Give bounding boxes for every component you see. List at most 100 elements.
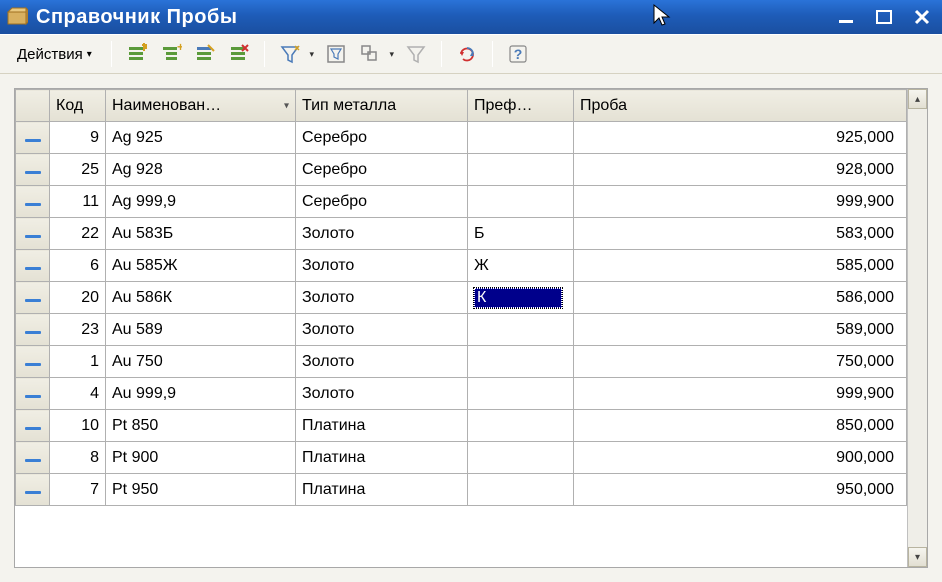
cell-prefix[interactable] bbox=[468, 122, 574, 154]
cell-name[interactable]: Au 750 bbox=[106, 346, 296, 378]
cell-metal[interactable]: Золото bbox=[296, 346, 468, 378]
filter-field-icon[interactable] bbox=[321, 39, 351, 69]
cell-metal[interactable]: Платина bbox=[296, 474, 468, 506]
vertical-scrollbar[interactable]: ▴ ▾ bbox=[907, 89, 927, 567]
cell-metal[interactable]: Золото bbox=[296, 218, 468, 250]
table-row[interactable]: 23Au 589Золото 589,000 bbox=[16, 314, 907, 346]
cell-name[interactable]: Ag 928 bbox=[106, 154, 296, 186]
table-row[interactable]: 25Ag 928Серебро 928,000 bbox=[16, 154, 907, 186]
cell-proba[interactable]: 950,000 bbox=[574, 474, 907, 506]
cell-metal[interactable]: Серебро bbox=[296, 186, 468, 218]
cell-code[interactable]: 7 bbox=[50, 474, 106, 506]
cell-prefix[interactable]: Ж bbox=[468, 250, 574, 282]
cell-metal[interactable]: Серебро bbox=[296, 122, 468, 154]
cell-name[interactable]: Au 583Б bbox=[106, 218, 296, 250]
filter-icon[interactable] bbox=[275, 39, 305, 69]
col-marker-header[interactable] bbox=[16, 90, 50, 122]
scroll-down-icon[interactable]: ▾ bbox=[908, 547, 927, 567]
add-icon[interactable] bbox=[122, 39, 152, 69]
cell-name[interactable]: Ag 999,9 bbox=[106, 186, 296, 218]
cell-proba[interactable]: 850,000 bbox=[574, 410, 907, 442]
cell-name[interactable]: Au 999,9 bbox=[106, 378, 296, 410]
cell-code[interactable]: 6 bbox=[50, 250, 106, 282]
cell-proba[interactable]: 925,000 bbox=[574, 122, 907, 154]
cell-prefix[interactable] bbox=[468, 186, 574, 218]
col-name-header[interactable]: Наименован…▾ bbox=[106, 90, 296, 122]
hierarchy-icon[interactable] bbox=[355, 39, 385, 69]
cell-code[interactable]: 9 bbox=[50, 122, 106, 154]
add-group-icon[interactable]: + bbox=[156, 39, 186, 69]
cell-prefix[interactable] bbox=[468, 154, 574, 186]
table-row[interactable]: 6Au 585ЖЗолотоЖ585,000 bbox=[16, 250, 907, 282]
cell-prefix[interactable] bbox=[468, 346, 574, 378]
cell-metal[interactable]: Золото bbox=[296, 282, 468, 314]
actions-menu[interactable]: Действия ▾ bbox=[8, 41, 101, 68]
table-row[interactable]: 11Ag 999,9Серебро 999,900 bbox=[16, 186, 907, 218]
table-row[interactable]: 7Pt 950Платина 950,000 bbox=[16, 474, 907, 506]
cell-proba[interactable]: 999,900 bbox=[574, 186, 907, 218]
refresh-icon[interactable] bbox=[452, 39, 482, 69]
col-metal-header[interactable]: Тип металла bbox=[296, 90, 468, 122]
cell-prefix[interactable] bbox=[468, 314, 574, 346]
table-row[interactable]: 22Au 583БЗолотоБ583,000 bbox=[16, 218, 907, 250]
data-grid[interactable]: Код Наименован…▾ Тип металла Преф… Проба… bbox=[14, 88, 928, 568]
cell-proba[interactable]: 999,900 bbox=[574, 378, 907, 410]
cell-code[interactable]: 25 bbox=[50, 154, 106, 186]
col-prefix-header[interactable]: Преф… bbox=[468, 90, 574, 122]
cell-code[interactable]: 22 bbox=[50, 218, 106, 250]
col-code-header[interactable]: Код bbox=[50, 90, 106, 122]
cell-name[interactable]: Au 585Ж bbox=[106, 250, 296, 282]
cell-proba[interactable]: 589,000 bbox=[574, 314, 907, 346]
cell-code[interactable]: 8 bbox=[50, 442, 106, 474]
cell-code[interactable]: 1 bbox=[50, 346, 106, 378]
chevron-down-icon[interactable]: ▾ bbox=[387, 49, 397, 60]
cell-prefix[interactable] bbox=[468, 474, 574, 506]
cell-proba[interactable]: 585,000 bbox=[574, 250, 907, 282]
maximize-button[interactable] bbox=[870, 6, 898, 28]
cell-proba[interactable]: 750,000 bbox=[574, 346, 907, 378]
table-row[interactable]: 20Au 586КЗолото К 586,000 bbox=[16, 282, 907, 314]
cell-prefix[interactable] bbox=[468, 410, 574, 442]
selected-cell[interactable]: К bbox=[474, 288, 562, 308]
cell-code[interactable]: 10 bbox=[50, 410, 106, 442]
cell-prefix[interactable]: К bbox=[468, 282, 574, 314]
cell-code[interactable]: 11 bbox=[50, 186, 106, 218]
delete-icon[interactable] bbox=[224, 39, 254, 69]
scroll-up-icon[interactable]: ▴ bbox=[908, 89, 927, 109]
chevron-down-icon[interactable]: ▾ bbox=[307, 49, 317, 60]
cell-code[interactable]: 4 bbox=[50, 378, 106, 410]
cell-proba[interactable]: 928,000 bbox=[574, 154, 907, 186]
cell-prefix[interactable] bbox=[468, 378, 574, 410]
table-row[interactable]: 4Au 999,9Золото 999,900 bbox=[16, 378, 907, 410]
cell-code[interactable]: 20 bbox=[50, 282, 106, 314]
cell-name[interactable]: Pt 900 bbox=[106, 442, 296, 474]
cell-proba[interactable]: 900,000 bbox=[574, 442, 907, 474]
cell-proba[interactable]: 586,000 bbox=[574, 282, 907, 314]
scroll-track[interactable] bbox=[908, 109, 927, 547]
table-row[interactable]: 10Pt 850Платина 850,000 bbox=[16, 410, 907, 442]
cell-metal[interactable]: Золото bbox=[296, 314, 468, 346]
cell-metal[interactable]: Золото bbox=[296, 250, 468, 282]
cell-prefix[interactable]: Б bbox=[468, 218, 574, 250]
cell-proba[interactable]: 583,000 bbox=[574, 218, 907, 250]
cell-metal[interactable]: Золото bbox=[296, 378, 468, 410]
cell-name[interactable]: Au 586К bbox=[106, 282, 296, 314]
cell-metal[interactable]: Платина bbox=[296, 442, 468, 474]
cell-name[interactable]: Pt 850 bbox=[106, 410, 296, 442]
cell-metal[interactable]: Серебро bbox=[296, 154, 468, 186]
clear-filter-icon[interactable] bbox=[401, 39, 431, 69]
close-button[interactable] bbox=[908, 6, 936, 28]
minimize-button[interactable] bbox=[832, 6, 860, 28]
table-row[interactable]: 1Au 750Золото 750,000 bbox=[16, 346, 907, 378]
edit-icon[interactable] bbox=[190, 39, 220, 69]
help-icon[interactable]: ? bbox=[503, 39, 533, 69]
cell-name[interactable]: Pt 950 bbox=[106, 474, 296, 506]
cell-name[interactable]: Ag 925 bbox=[106, 122, 296, 154]
cell-prefix[interactable] bbox=[468, 442, 574, 474]
cell-code[interactable]: 23 bbox=[50, 314, 106, 346]
col-proba-header[interactable]: Проба bbox=[574, 90, 907, 122]
cell-name[interactable]: Au 589 bbox=[106, 314, 296, 346]
cell-metal[interactable]: Платина bbox=[296, 410, 468, 442]
table-row[interactable]: 8Pt 900Платина 900,000 bbox=[16, 442, 907, 474]
table-row[interactable]: 9Ag 925Серебро 925,000 bbox=[16, 122, 907, 154]
